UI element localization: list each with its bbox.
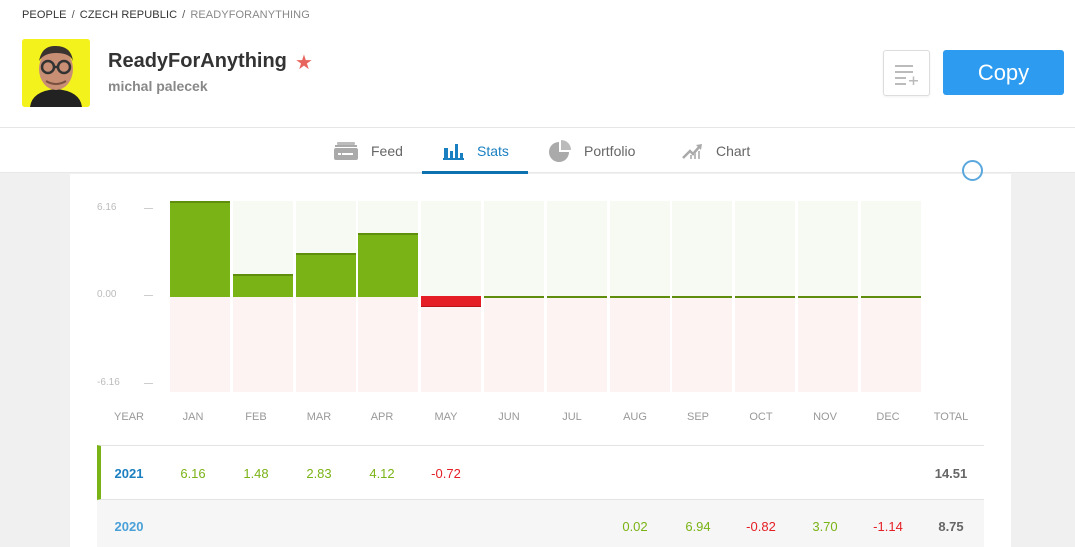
feed-icon — [333, 141, 359, 161]
column-header-dec: DEC — [876, 411, 900, 423]
copy-button[interactable]: Copy — [943, 50, 1064, 95]
month-value-cell: 2.83 — [306, 466, 332, 481]
y-tick-label: -6.16 — [97, 377, 120, 388]
column-header-oct: OCT — [749, 411, 773, 423]
column-header-nov: NOV — [813, 411, 837, 423]
month-value-cell: 4.12 — [369, 466, 395, 481]
breadcrumb-country[interactable]: CZECH REPUBLIC — [80, 9, 177, 21]
bar-background-positive — [798, 201, 858, 297]
bar-background-negative — [735, 297, 796, 392]
bar-background-positive — [735, 201, 796, 297]
column-header-apr: APR — [370, 411, 394, 423]
tab-portfolio[interactable]: Portfolio — [549, 128, 635, 173]
tab-portfolio-label: Portfolio — [584, 142, 636, 159]
username: ReadyForAnything — [108, 50, 287, 72]
breadcrumb-separator: / — [182, 9, 186, 21]
column-header-mar: MAR — [306, 411, 332, 423]
tab-feed[interactable]: Feed — [333, 128, 403, 173]
bar-sep[interactable] — [672, 296, 733, 298]
pie-chart-icon — [549, 139, 572, 162]
column-header-year: YEAR — [114, 411, 144, 423]
bar-background-negative — [358, 297, 419, 392]
info-icon[interactable] — [962, 160, 983, 181]
bar-background-negative — [484, 297, 544, 392]
month-value-cell: -0.72 — [431, 466, 461, 481]
profile-header: PEOPLE / CZECH REPUBLIC / READYFORANYTHING R… — [0, 0, 1075, 128]
bar-background-negative — [546, 297, 607, 392]
bar-background-negative — [860, 297, 921, 392]
avatar — [22, 39, 90, 107]
bar-background-positive — [484, 201, 544, 297]
y-tick-mark — [144, 208, 153, 209]
month-value-cell: 6.94 — [685, 519, 711, 534]
profile-tabs: Feed Stats Portfolio Chart — [0, 128, 1075, 174]
bar-background-negative — [609, 297, 670, 392]
bar-may[interactable] — [421, 296, 482, 308]
bar-apr[interactable] — [358, 232, 419, 297]
tab-chart-label: Chart — [716, 142, 751, 159]
column-header-jul: JUL — [562, 411, 582, 423]
total-cell: 8.75 — [938, 519, 964, 534]
column-header-total: TOTAL — [933, 411, 969, 423]
bar-background-positive — [860, 201, 921, 297]
year-cell: 2021 — [114, 466, 144, 481]
month-value-cell: 3.70 — [812, 519, 838, 534]
bar-jun[interactable] — [484, 296, 544, 298]
bar-background-positive — [421, 201, 482, 297]
bar-background-positive — [546, 201, 607, 297]
add-to-watchlist-button[interactable] — [883, 50, 930, 96]
tab-chart[interactable]: Chart — [682, 128, 750, 173]
month-value-cell: 1.48 — [243, 466, 269, 481]
column-header-aug: AUG — [623, 411, 647, 423]
bar-oct[interactable] — [735, 296, 796, 298]
full-name: michal palecek — [108, 78, 208, 94]
month-value-cell: 6.16 — [180, 466, 206, 481]
bar-chart-icon — [443, 142, 465, 160]
bar-jul[interactable] — [546, 296, 607, 298]
tab-stats[interactable]: Stats — [422, 128, 528, 174]
bar-background-negative — [232, 297, 293, 392]
bar-background-negative — [798, 297, 858, 392]
y-tick-mark — [144, 295, 153, 296]
bar-background-negative — [170, 297, 230, 392]
bar-background-positive — [672, 201, 733, 297]
column-header-jun: JUN — [498, 411, 520, 423]
line-chart-icon — [682, 142, 704, 160]
bar-feb[interactable] — [232, 273, 293, 297]
breadcrumb-current: READYFORANYTHING — [190, 9, 310, 21]
bar-background-negative — [421, 297, 482, 392]
year-cell: 2020 — [114, 519, 144, 534]
bar-background-negative — [672, 297, 733, 392]
column-header-sep: SEP — [686, 411, 709, 423]
bar-jan[interactable] — [170, 201, 230, 297]
bar-background-negative — [295, 297, 356, 392]
bar-dec[interactable] — [860, 296, 921, 298]
tab-feed-label: Feed — [371, 142, 403, 159]
column-header-jan: JAN — [182, 411, 204, 423]
y-tick-mark — [144, 383, 153, 384]
month-value-cell: 0.02 — [622, 519, 648, 534]
column-header-feb: FEB — [245, 411, 267, 423]
y-tick-label: 0.00 — [97, 289, 117, 300]
breadcrumb-separator: / — [71, 9, 75, 21]
star-icon: ★ — [295, 52, 313, 74]
y-tick-label: 6.16 — [97, 202, 117, 213]
column-header-may: MAY — [434, 411, 458, 423]
total-cell: 14.51 — [934, 466, 968, 481]
bar-nov[interactable] — [798, 296, 858, 298]
avatar-portrait-icon — [22, 39, 90, 107]
list-add-icon — [895, 65, 918, 85]
breadcrumb-people[interactable]: PEOPLE — [22, 9, 67, 21]
month-value-cell: -1.14 — [873, 519, 903, 534]
bar-aug[interactable] — [609, 296, 670, 298]
tab-stats-label: Stats — [477, 142, 509, 159]
breadcrumb: PEOPLE / CZECH REPUBLIC / READYFORANYTHING — [22, 9, 310, 21]
bar-background-positive — [609, 201, 670, 297]
bar-mar[interactable] — [295, 252, 356, 297]
month-value-cell: -0.82 — [746, 519, 776, 534]
